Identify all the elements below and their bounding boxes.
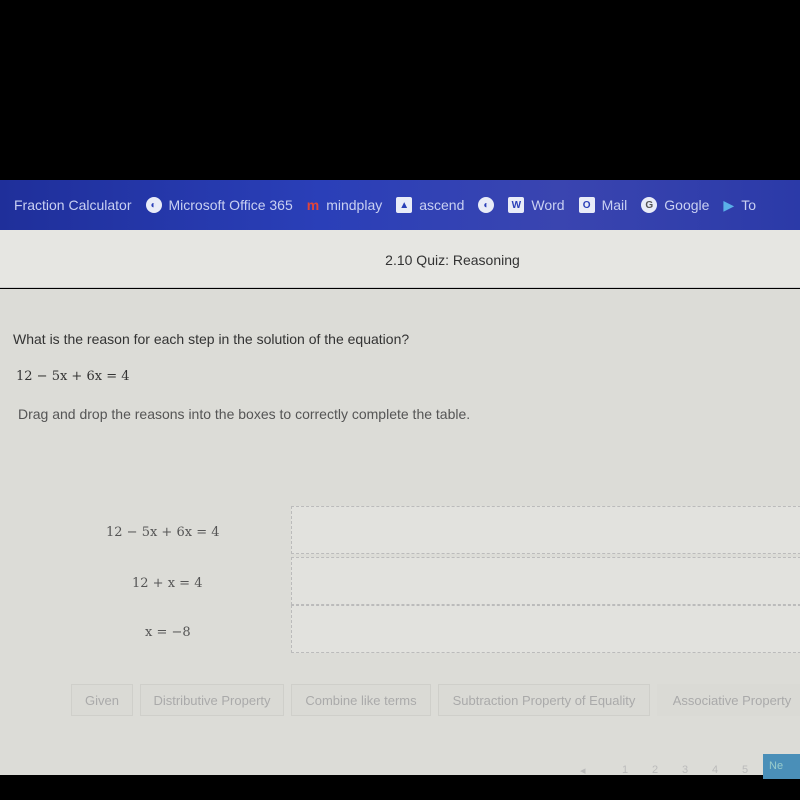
outlook-icon: O xyxy=(578,197,595,213)
word-icon: W xyxy=(508,197,525,213)
bookmark-fraction-calculator[interactable]: Fraction Calculator xyxy=(14,197,132,213)
google-icon: G xyxy=(641,197,658,213)
reason-chip-associative[interactable]: Associative Property xyxy=(657,684,800,716)
drop-box-3[interactable] xyxy=(291,605,800,653)
page-2[interactable]: 2 xyxy=(652,764,658,776)
next-button[interactable]: Ne xyxy=(763,754,800,779)
play-icon: ▶ xyxy=(723,196,735,213)
drop-box-2[interactable] xyxy=(291,557,800,605)
reason-chip-distributive[interactable]: Distributive Property xyxy=(140,684,284,716)
bookmark-word[interactable]: W Word xyxy=(508,197,565,213)
prev-page-button[interactable]: ◂ xyxy=(580,764,586,777)
instructions: Drag and drop the reasons into the boxes… xyxy=(18,406,471,422)
question-equation: 12 − 5x + 6x = 4 xyxy=(16,369,130,384)
drop-box-1[interactable] xyxy=(291,506,800,554)
step-2: 12 + x = 4 xyxy=(132,576,203,591)
bookmark-mindplay[interactable]: m mindplay xyxy=(307,197,382,213)
mindplay-icon: m xyxy=(306,197,320,213)
globe-icon: ◐ xyxy=(478,197,495,213)
page-5[interactable]: 5 xyxy=(742,764,748,776)
reason-chip-given[interactable]: Given xyxy=(71,684,133,716)
bookmark-google[interactable]: G Google xyxy=(641,197,709,213)
ascend-icon: ▲ xyxy=(396,197,413,213)
globe-icon: ◐ xyxy=(145,197,162,213)
step-3: x = −8 xyxy=(145,625,191,640)
page-3[interactable]: 3 xyxy=(682,764,688,776)
question-prompt: What is the reason for each step in the … xyxy=(13,331,410,347)
page-4[interactable]: 4 xyxy=(712,764,718,776)
bookmark-mail[interactable]: O Mail xyxy=(578,197,627,213)
step-1: 12 − 5x + 6x = 4 xyxy=(106,525,220,540)
bookmark-to[interactable]: ▶ To xyxy=(723,197,756,214)
reason-chip-combine[interactable]: Combine like terms xyxy=(291,684,431,716)
reason-chip-subtraction[interactable]: Subtraction Property of Equality xyxy=(438,684,650,716)
page-1[interactable]: 1 xyxy=(622,764,628,776)
quiz-header: 2.10 Quiz: Reasoning xyxy=(0,230,800,288)
bookmark-globe[interactable]: ◐ xyxy=(478,197,495,213)
bookmark-office365[interactable]: ◐ Microsoft Office 365 xyxy=(145,197,293,213)
page-title: 2.10 Quiz: Reasoning xyxy=(385,252,520,268)
bookmark-ascend[interactable]: ▲ ascend xyxy=(396,197,464,213)
question-area: What is the reason for each step in the … xyxy=(0,289,800,779)
bookmarks-bar: Fraction Calculator ◐ Microsoft Office 36… xyxy=(0,180,800,230)
